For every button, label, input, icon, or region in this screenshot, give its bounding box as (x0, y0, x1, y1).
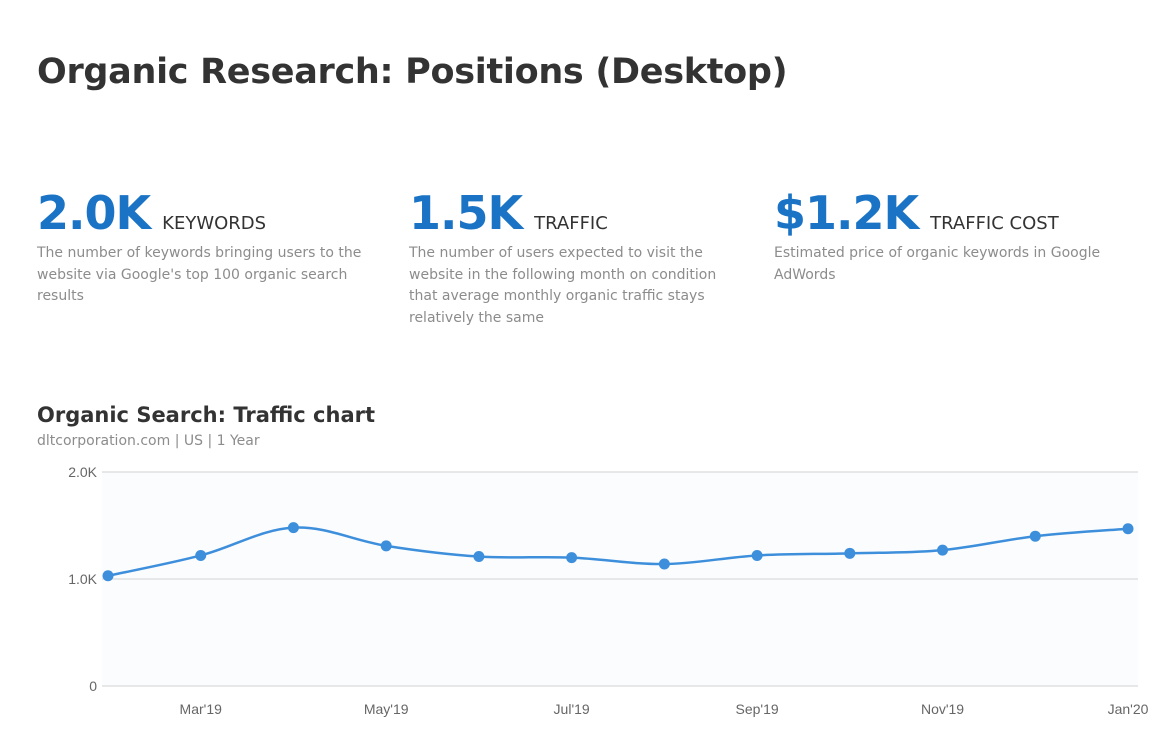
x-tick-label: Jul'19 (554, 701, 590, 717)
data-point (844, 547, 856, 559)
data-point (102, 570, 114, 582)
x-tick-label: May'19 (364, 701, 409, 717)
data-point (473, 551, 485, 563)
y-tick-label: 1.0K (68, 571, 97, 587)
data-point (1122, 523, 1134, 535)
y-tick-label: 0 (89, 678, 97, 694)
data-point (287, 522, 299, 534)
data-point (566, 552, 578, 564)
data-point (751, 549, 763, 561)
data-point (1029, 530, 1041, 542)
data-point (937, 544, 949, 556)
x-tick-label: Sep'19 (736, 701, 779, 717)
data-point (658, 558, 670, 570)
traffic-chart: 0 1.0K 2.0K Mar'19 May'19 Jul'19 Sep'19 Nov'19 J… (68, 464, 1149, 717)
data-point (380, 540, 392, 552)
x-tick-label: Mar'19 (180, 701, 223, 717)
x-tick-label: Jan'20 (1108, 701, 1149, 717)
x-tick-label: Nov'19 (921, 701, 964, 717)
data-point (195, 549, 207, 561)
y-tick-label: 2.0K (68, 464, 97, 480)
